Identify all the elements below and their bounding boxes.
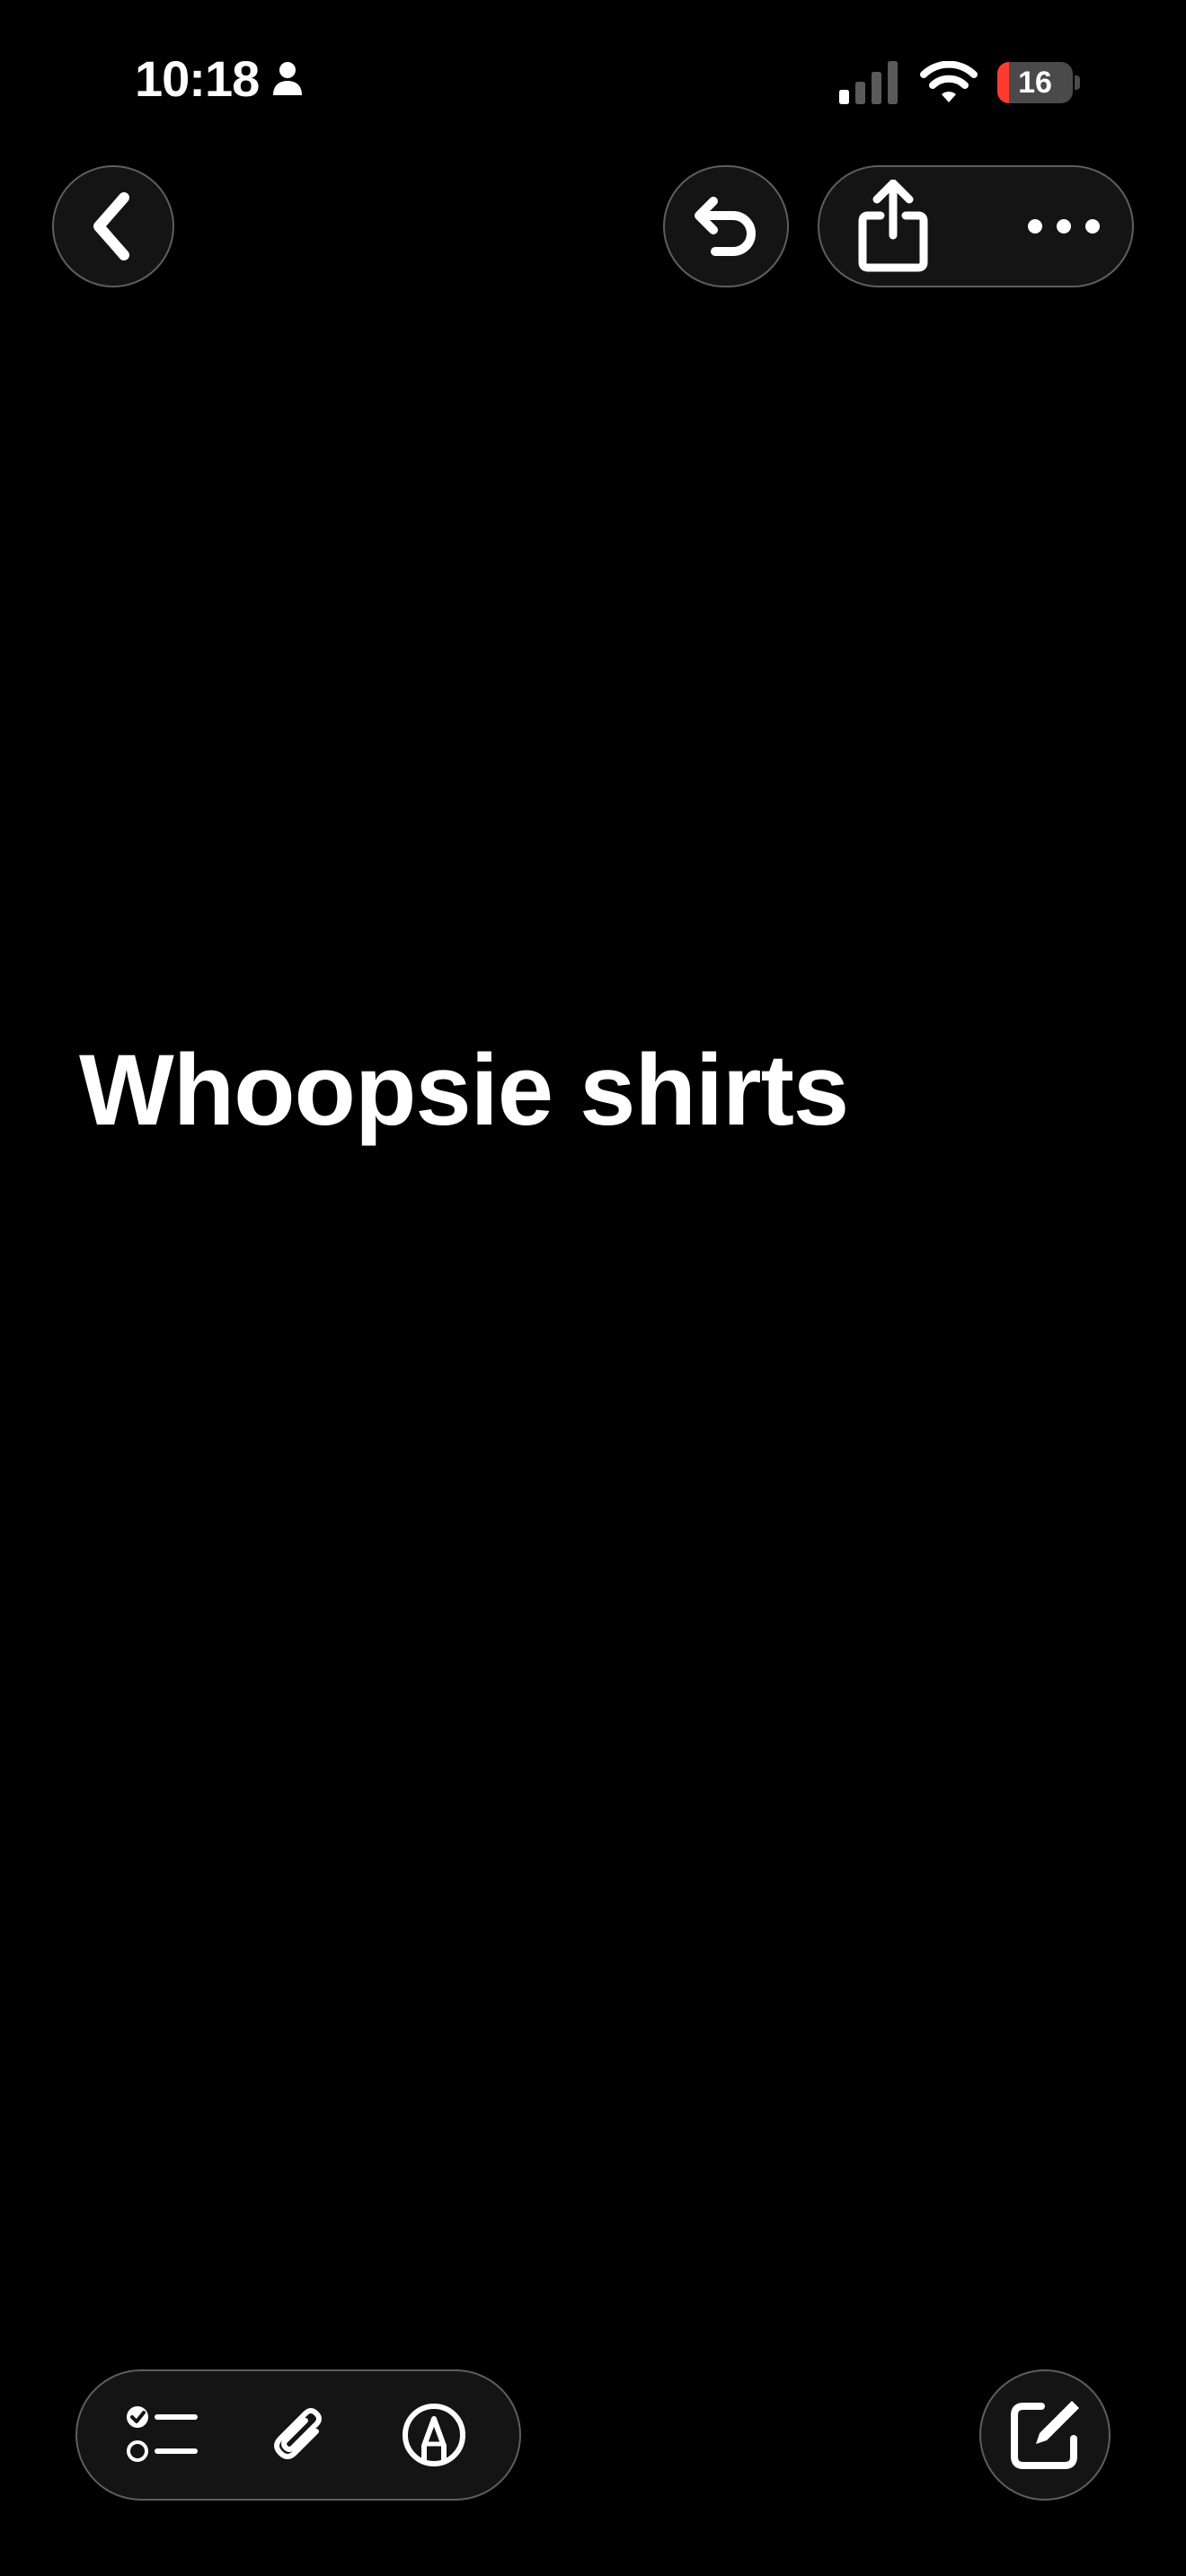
- person-icon: [273, 62, 303, 95]
- compose-button[interactable]: [979, 2369, 1111, 2501]
- share-button[interactable]: [855, 167, 931, 286]
- status-indicators: 16: [837, 59, 1080, 106]
- battery-icon: 16: [997, 62, 1080, 103]
- battery-level: 16: [1018, 65, 1052, 100]
- undo-icon: [695, 197, 756, 256]
- wifi-icon: [920, 61, 978, 102]
- more-button[interactable]: [1026, 167, 1102, 286]
- ellipsis-icon: [1028, 219, 1100, 234]
- cellular-signal-icon: [839, 61, 898, 104]
- bottom-toolbar: [75, 2369, 521, 2501]
- undo-button[interactable]: [663, 165, 789, 287]
- status-time-group: 10:18: [135, 54, 304, 104]
- actions-group: [818, 165, 1134, 287]
- status-bar: 10:18 16: [0, 0, 1186, 171]
- back-button[interactable]: [52, 165, 174, 287]
- chevron-left-icon: [93, 192, 129, 260]
- markup-button[interactable]: [380, 2381, 488, 2489]
- compose-icon: [1011, 2401, 1079, 2469]
- checklist-button[interactable]: [109, 2381, 217, 2489]
- status-time: 10:18: [135, 50, 260, 107]
- share-icon: [858, 180, 928, 272]
- checklist-icon: [127, 2406, 199, 2462]
- note-title[interactable]: Whoopsie shirts: [79, 1035, 849, 1145]
- battery-cap: [1075, 75, 1080, 90]
- markup-pen-icon: [402, 2404, 465, 2466]
- attachment-button[interactable]: [244, 2381, 352, 2489]
- paperclip-icon: [274, 2408, 322, 2459]
